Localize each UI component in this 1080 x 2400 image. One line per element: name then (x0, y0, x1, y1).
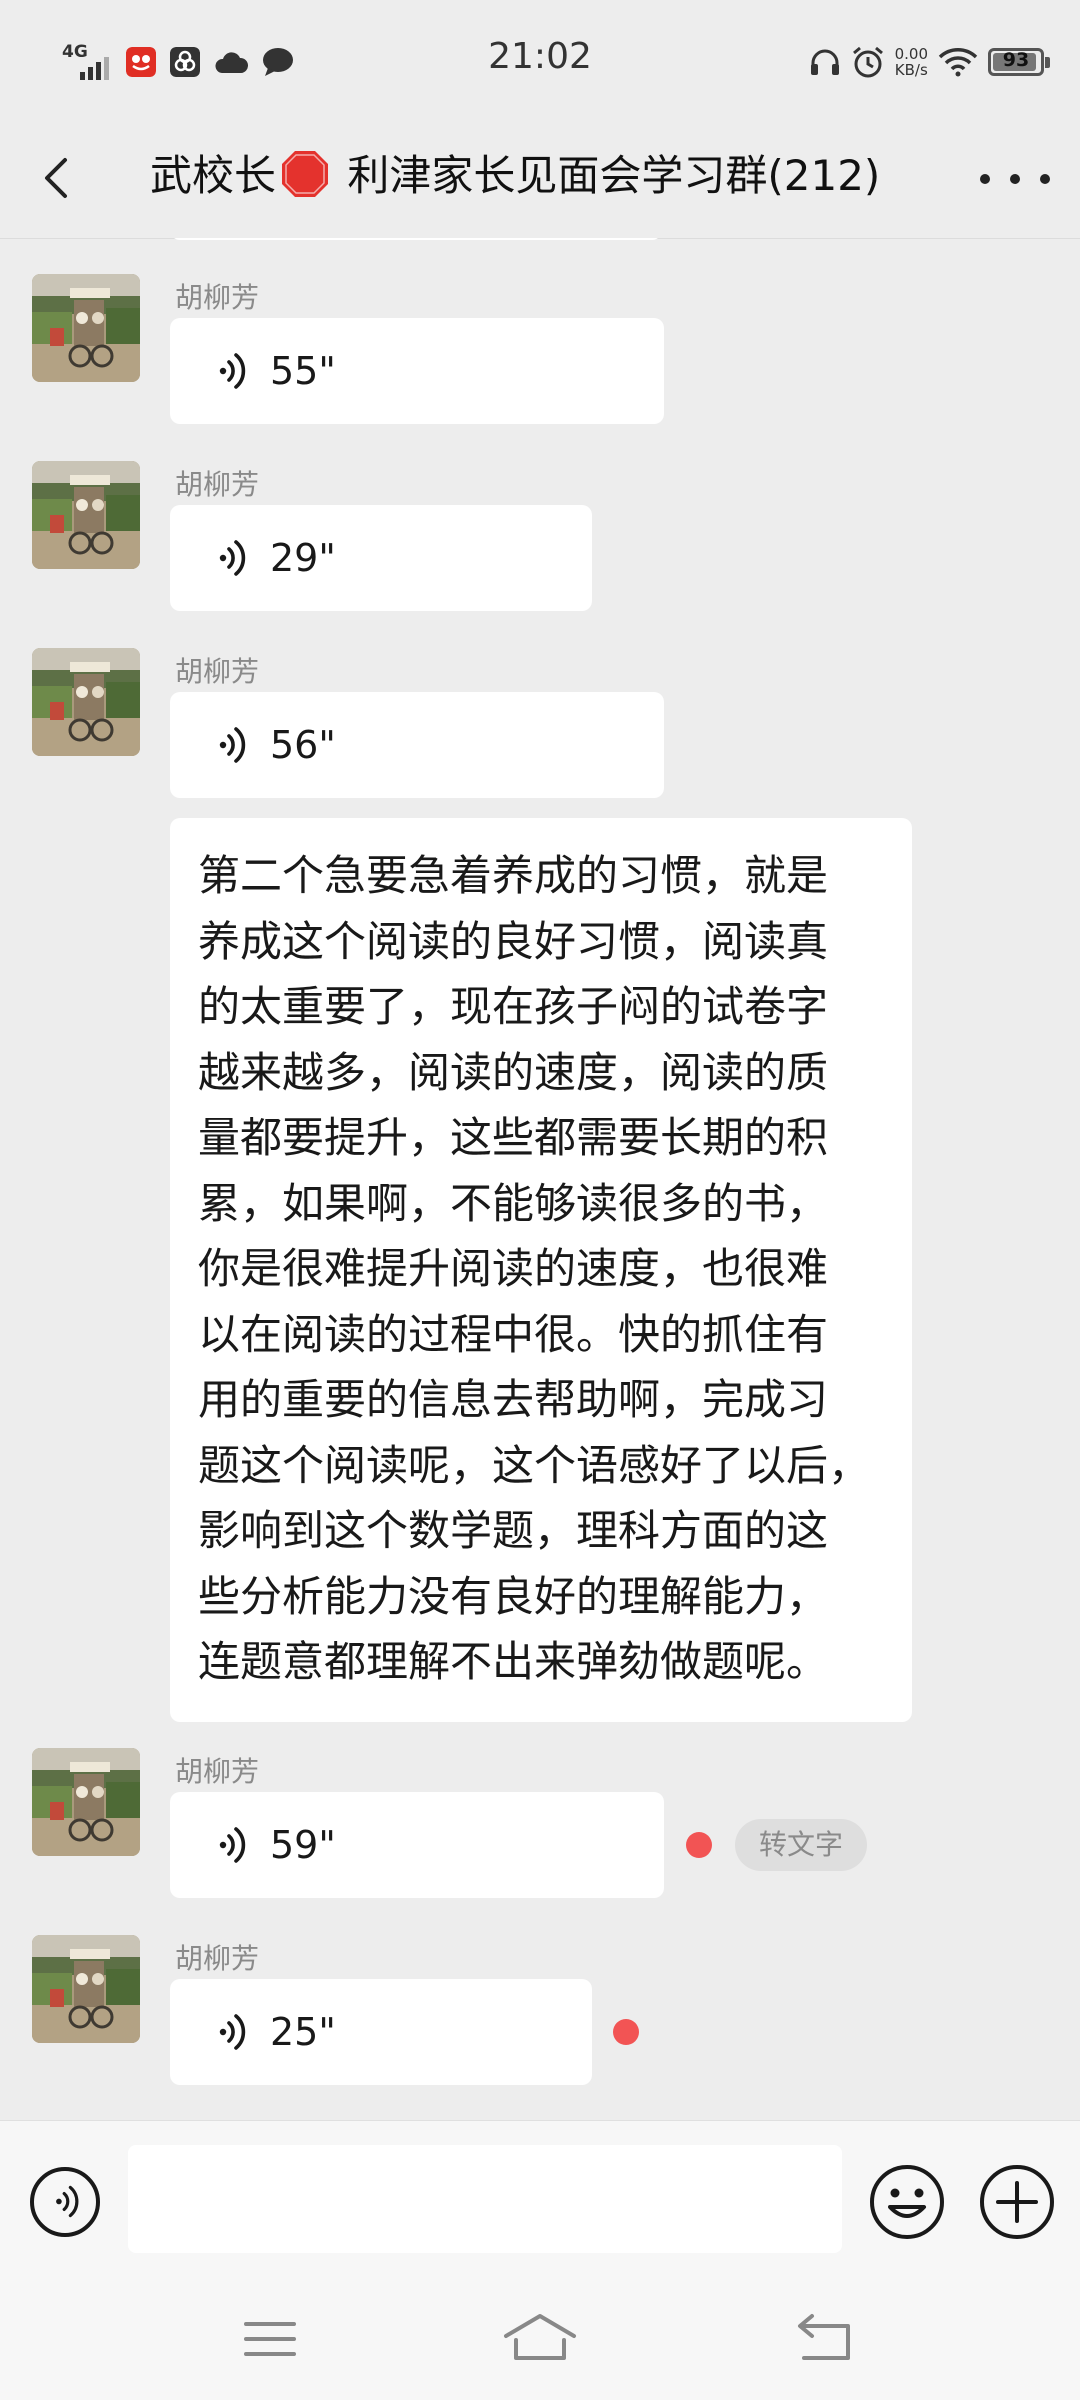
message-input[interactable] (128, 2145, 842, 2253)
more-dot-icon (1010, 174, 1020, 184)
avatar[interactable] (32, 274, 140, 382)
text-line: 用的重要的信息去帮助啊，完成习 (198, 1375, 829, 1424)
voice-message: 胡柳芳 56" (0, 648, 1080, 798)
text-line: 的太重要了，现在孩子闷的试卷字 (198, 982, 829, 1031)
stop-sign-icon (282, 151, 329, 197)
voice-bubble[interactable]: 59" (170, 1792, 664, 1898)
system-back-icon[interactable] (790, 2310, 856, 2366)
voice-wave-icon (218, 540, 246, 576)
message-list[interactable]: 胡柳芳 55" 胡柳芳 29" 胡柳芳 56" 第二个急要急着养成的习惯，就是 … (0, 238, 1080, 2118)
back-icon[interactable] (30, 148, 90, 208)
sender-name: 胡柳芳 (175, 281, 260, 314)
chat-title-main: 利津家长见面会学习群(212) (347, 151, 881, 200)
voice-wave-icon (218, 2014, 246, 2050)
avatar[interactable] (32, 1935, 140, 2043)
voice-wave-icon (218, 727, 246, 763)
sender-name: 胡柳芳 (175, 1755, 260, 1788)
text-line: 养成这个阅读的良好习惯，阅读真 (198, 916, 829, 966)
voice-wave-icon (218, 353, 246, 389)
chat-header: 武校长 利津家长见面会学习群(212) (0, 120, 1080, 239)
voice-duration: 29" (270, 536, 336, 580)
system-navigation-bar (0, 2280, 1080, 2400)
alarm-icon (852, 46, 883, 78)
text-line: 累，如果啊，不能够读很多的书， (198, 1178, 829, 1228)
text-line: 题这个阅读呢，这个语感好了以后， (198, 1440, 871, 1490)
home-icon[interactable] (500, 2310, 580, 2366)
status-right-icons: 0.00 KB/s 93 (809, 36, 1052, 88)
text-line: 越来越多，阅读的速度，阅读的质 (198, 1047, 829, 1097)
transcribed-text-bubble[interactable]: 第二个急要急着养成的习惯，就是 养成这个阅读的良好习惯，阅读真 的太重要了，现在… (170, 818, 912, 1722)
avatar[interactable] (32, 1748, 140, 1856)
convert-to-text-button[interactable]: 转文字 (735, 1819, 868, 1871)
voice-duration: 56" (270, 723, 336, 767)
text-line: 以在阅读的过程中很。快的抓住有 (198, 1309, 829, 1359)
text-line: 连题意都理解不出来弹劾做题呢。 (198, 1637, 829, 1686)
add-attachment-button[interactable] (978, 2163, 1056, 2241)
text-line: 些分析能力没有良好的理解能力， (198, 1571, 829, 1621)
wifi-icon (938, 48, 978, 77)
headphones-icon (810, 49, 839, 75)
voice-message: 胡柳芳 59" 转文字 (0, 1748, 1080, 1898)
chat-input-bar (0, 2120, 1080, 2281)
chat-title-prefix: 武校长 (150, 151, 277, 200)
avatar[interactable] (32, 648, 140, 756)
voice-bubble[interactable]: 55" (170, 318, 664, 424)
recent-apps-icon[interactable] (240, 2314, 300, 2364)
voice-bubble[interactable]: 25" (170, 1979, 592, 2085)
emoji-button[interactable] (868, 2163, 946, 2241)
chat-title: 武校长 利津家长见面会学习群(212) (150, 144, 940, 208)
battery-icon: 93 (988, 48, 1050, 76)
status-bar: 4G 21:02 0.00 KB/s 93 (0, 0, 1080, 120)
more-dot-icon (980, 174, 990, 184)
text-line: 影响到这个数学题，理科方面的这 (198, 1506, 829, 1555)
voice-message: 胡柳芳 29" (0, 461, 1080, 611)
voice-bubble[interactable]: 56" (170, 692, 664, 798)
text-line: 你是很难提升阅读的速度，也很难 (198, 1244, 829, 1293)
battery-level: 93 (1002, 49, 1030, 71)
voice-wave-icon (218, 1827, 246, 1863)
network-speed: 0.00 KB/s (894, 45, 928, 79)
unread-dot (686, 1832, 712, 1858)
text-line: 量都要提升，这些都需要长期的积 (198, 1113, 829, 1162)
voice-bubble[interactable]: 29" (170, 505, 592, 611)
voice-duration: 25" (270, 2010, 336, 2054)
sender-name: 胡柳芳 (175, 655, 260, 688)
more-dot-icon (1040, 174, 1050, 184)
voice-message: 胡柳芳 55" (0, 274, 1080, 424)
sender-name: 胡柳芳 (175, 468, 260, 501)
sender-name: 胡柳芳 (175, 1942, 260, 1975)
more-options-button[interactable] (980, 154, 1050, 204)
voice-duration: 59" (270, 1823, 336, 1867)
unread-dot (613, 2019, 639, 2045)
avatar[interactable] (32, 461, 140, 569)
previous-bubble-edge (170, 238, 662, 240)
voice-input-button[interactable] (28, 2165, 102, 2239)
voice-duration: 55" (270, 349, 336, 393)
text-line: 第二个急要急着养成的习惯，就是 (198, 851, 829, 900)
voice-message: 胡柳芳 25" (0, 1935, 1080, 2085)
